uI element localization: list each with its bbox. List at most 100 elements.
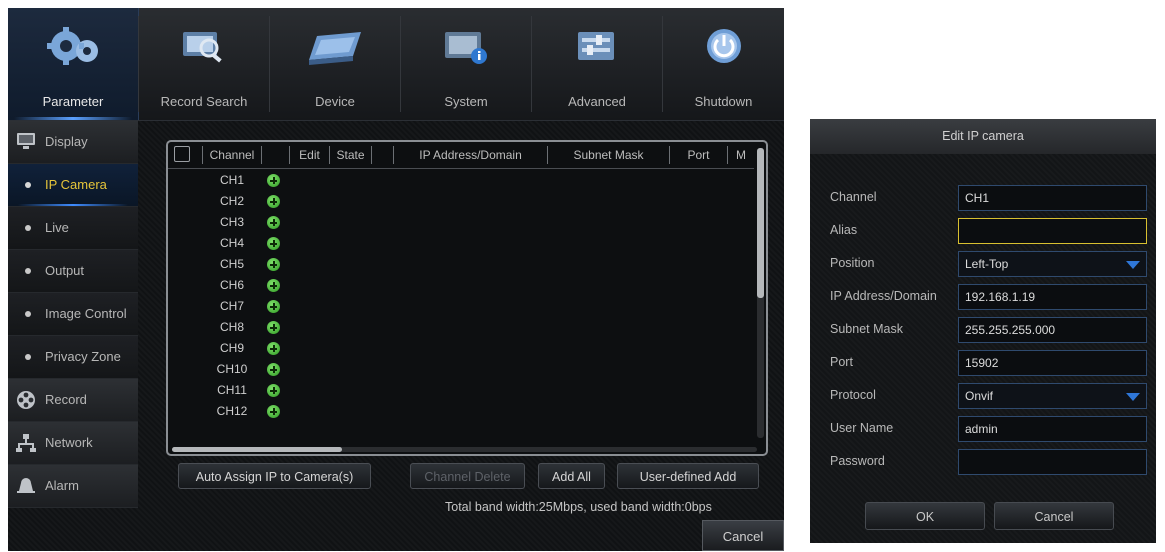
column-header-edit: Edit [290,146,330,164]
advanced-settings-icon [578,32,614,60]
sidebar-item-privacy-zone[interactable]: Privacy Zone [8,336,138,379]
sidebar-item-record[interactable]: Record [8,379,138,422]
menu-item-parameter[interactable]: Parameter [8,8,139,120]
table-row[interactable]: CH6 [168,275,754,296]
add-camera-icon[interactable] [267,342,280,355]
table-row[interactable]: CH4 [168,233,754,254]
menu-item-label: Device [315,94,355,109]
chevron-down-icon[interactable] [1120,252,1146,276]
menu-item-record-search[interactable]: Record Search [139,8,269,120]
table-row[interactable]: CH1 [168,170,754,191]
add-camera-icon[interactable] [267,384,280,397]
select-all-checkbox[interactable] [174,146,190,162]
sidebar-item-alarm[interactable]: Alarm [8,465,138,508]
channel-cell: CH3 [219,215,244,229]
menu-item-label: Record Search [160,94,248,109]
channel-cell: CH1 [219,173,244,187]
channel-row: Channel CH1 [810,185,1156,211]
sidebar-item-image-control[interactable]: Image Control [8,293,138,336]
password-row: Password [810,449,1156,475]
table-row[interactable]: CH7 [168,296,754,317]
column-header-channel: Channel [202,146,262,164]
power-icon [706,29,741,63]
table-row[interactable]: CH9 [168,338,754,359]
add-camera-icon[interactable] [267,300,280,313]
menu-item-system[interactable]: System [401,8,531,120]
subnet-mask-field[interactable]: 255.255.255.000 [958,317,1147,343]
table-row[interactable]: CH12 [168,401,754,422]
table-row[interactable]: CH11 [168,380,754,401]
system-info-icon [445,32,487,64]
cancel-button[interactable]: Cancel [702,520,784,551]
add-camera-icon[interactable] [267,174,280,187]
table-row[interactable]: CH2 [168,191,754,212]
alias-row: Alias [810,218,1156,244]
menu-item-device[interactable]: Device [270,8,400,120]
password-label: Password [830,454,885,468]
add-camera-icon[interactable] [267,195,280,208]
table-row[interactable]: CH3 [168,212,754,233]
ok-button[interactable]: OK [865,502,985,530]
menu-item-advanced[interactable]: Advanced [532,8,662,120]
menu-item-shutdown[interactable]: Shutdown [663,8,784,120]
table-row[interactable]: CH5 [168,254,754,275]
port-label: Port [830,355,853,369]
column-header-port: Port [670,146,728,164]
add-camera-icon[interactable] [267,237,280,250]
table-header: Channel Edit State IP Address/Domain Sub… [168,142,754,169]
add-camera-icon[interactable] [267,363,280,376]
bullet-icon [25,311,31,317]
chevron-down-icon[interactable] [1120,384,1146,408]
auto-assign-ip-button[interactable]: Auto Assign IP to Camera(s) [178,463,371,489]
record-search-icon [183,32,222,63]
column-header-ip-address: IP Address/Domain [394,146,548,164]
add-camera-icon[interactable] [267,279,280,292]
position-select[interactable]: Left-Top [958,251,1147,277]
add-camera-icon[interactable] [267,258,280,271]
ip-camera-panel: Channel Edit State IP Address/Domain Sub… [140,121,784,551]
username-field[interactable]: admin [958,416,1147,442]
add-all-button[interactable]: Add All [538,463,605,489]
sidebar-item-live[interactable]: Live [8,207,138,250]
bullet-icon [25,225,31,231]
sidebar-item-network[interactable]: Network [8,422,138,465]
scrollbar-thumb[interactable] [757,148,764,298]
sidebar-item-label: Network [45,435,93,450]
table-row[interactable]: CH8 [168,317,754,338]
vertical-scrollbar[interactable] [757,148,764,438]
sidebar-item-display[interactable]: Display [8,121,138,164]
horizontal-scrollbar[interactable] [172,447,757,452]
bullet-icon [25,182,31,188]
bandwidth-status: Total band width:25Mbps, used band width… [445,500,712,514]
network-icon [16,434,36,452]
scrollbar-thumb[interactable] [172,447,342,452]
sidebar-item-output[interactable]: Output [8,250,138,293]
add-camera-icon[interactable] [267,405,280,418]
protocol-select[interactable]: Onvif [958,383,1147,409]
menu-item-label: Advanced [568,94,626,109]
password-field[interactable] [958,449,1147,475]
add-camera-icon[interactable] [267,321,280,334]
menu-item-label: System [444,94,488,109]
ip-label: IP Address/Domain [830,289,937,303]
protocol-row: Protocol Onvif [810,383,1156,409]
subnet-row: Subnet Mask 255.255.255.000 [810,317,1156,343]
position-label: Position [830,256,875,270]
sidebar-item-label: Display [45,134,88,149]
column-header-blank [372,146,394,164]
channel-delete-button[interactable]: Channel Delete [410,463,525,489]
add-camera-icon[interactable] [267,216,280,229]
user-defined-add-button[interactable]: User-defined Add [617,463,759,489]
table-row[interactable]: CH10 [168,359,754,380]
sidebar-item-ip-camera[interactable]: IP Camera [8,164,138,207]
alarm-bell-icon [17,478,35,493]
channel-cell: CH6 [219,278,244,292]
dialog-cancel-button[interactable]: Cancel [994,502,1114,530]
channel-field[interactable]: CH1 [958,185,1147,211]
bullet-icon [25,354,31,360]
channel-cell: CH11 [217,383,247,397]
column-header-subnet-mask: Subnet Mask [548,146,670,164]
alias-field[interactable] [958,218,1147,244]
port-field[interactable]: 15902 [958,350,1147,376]
ip-address-field[interactable]: 192.168.1.19 [958,284,1147,310]
